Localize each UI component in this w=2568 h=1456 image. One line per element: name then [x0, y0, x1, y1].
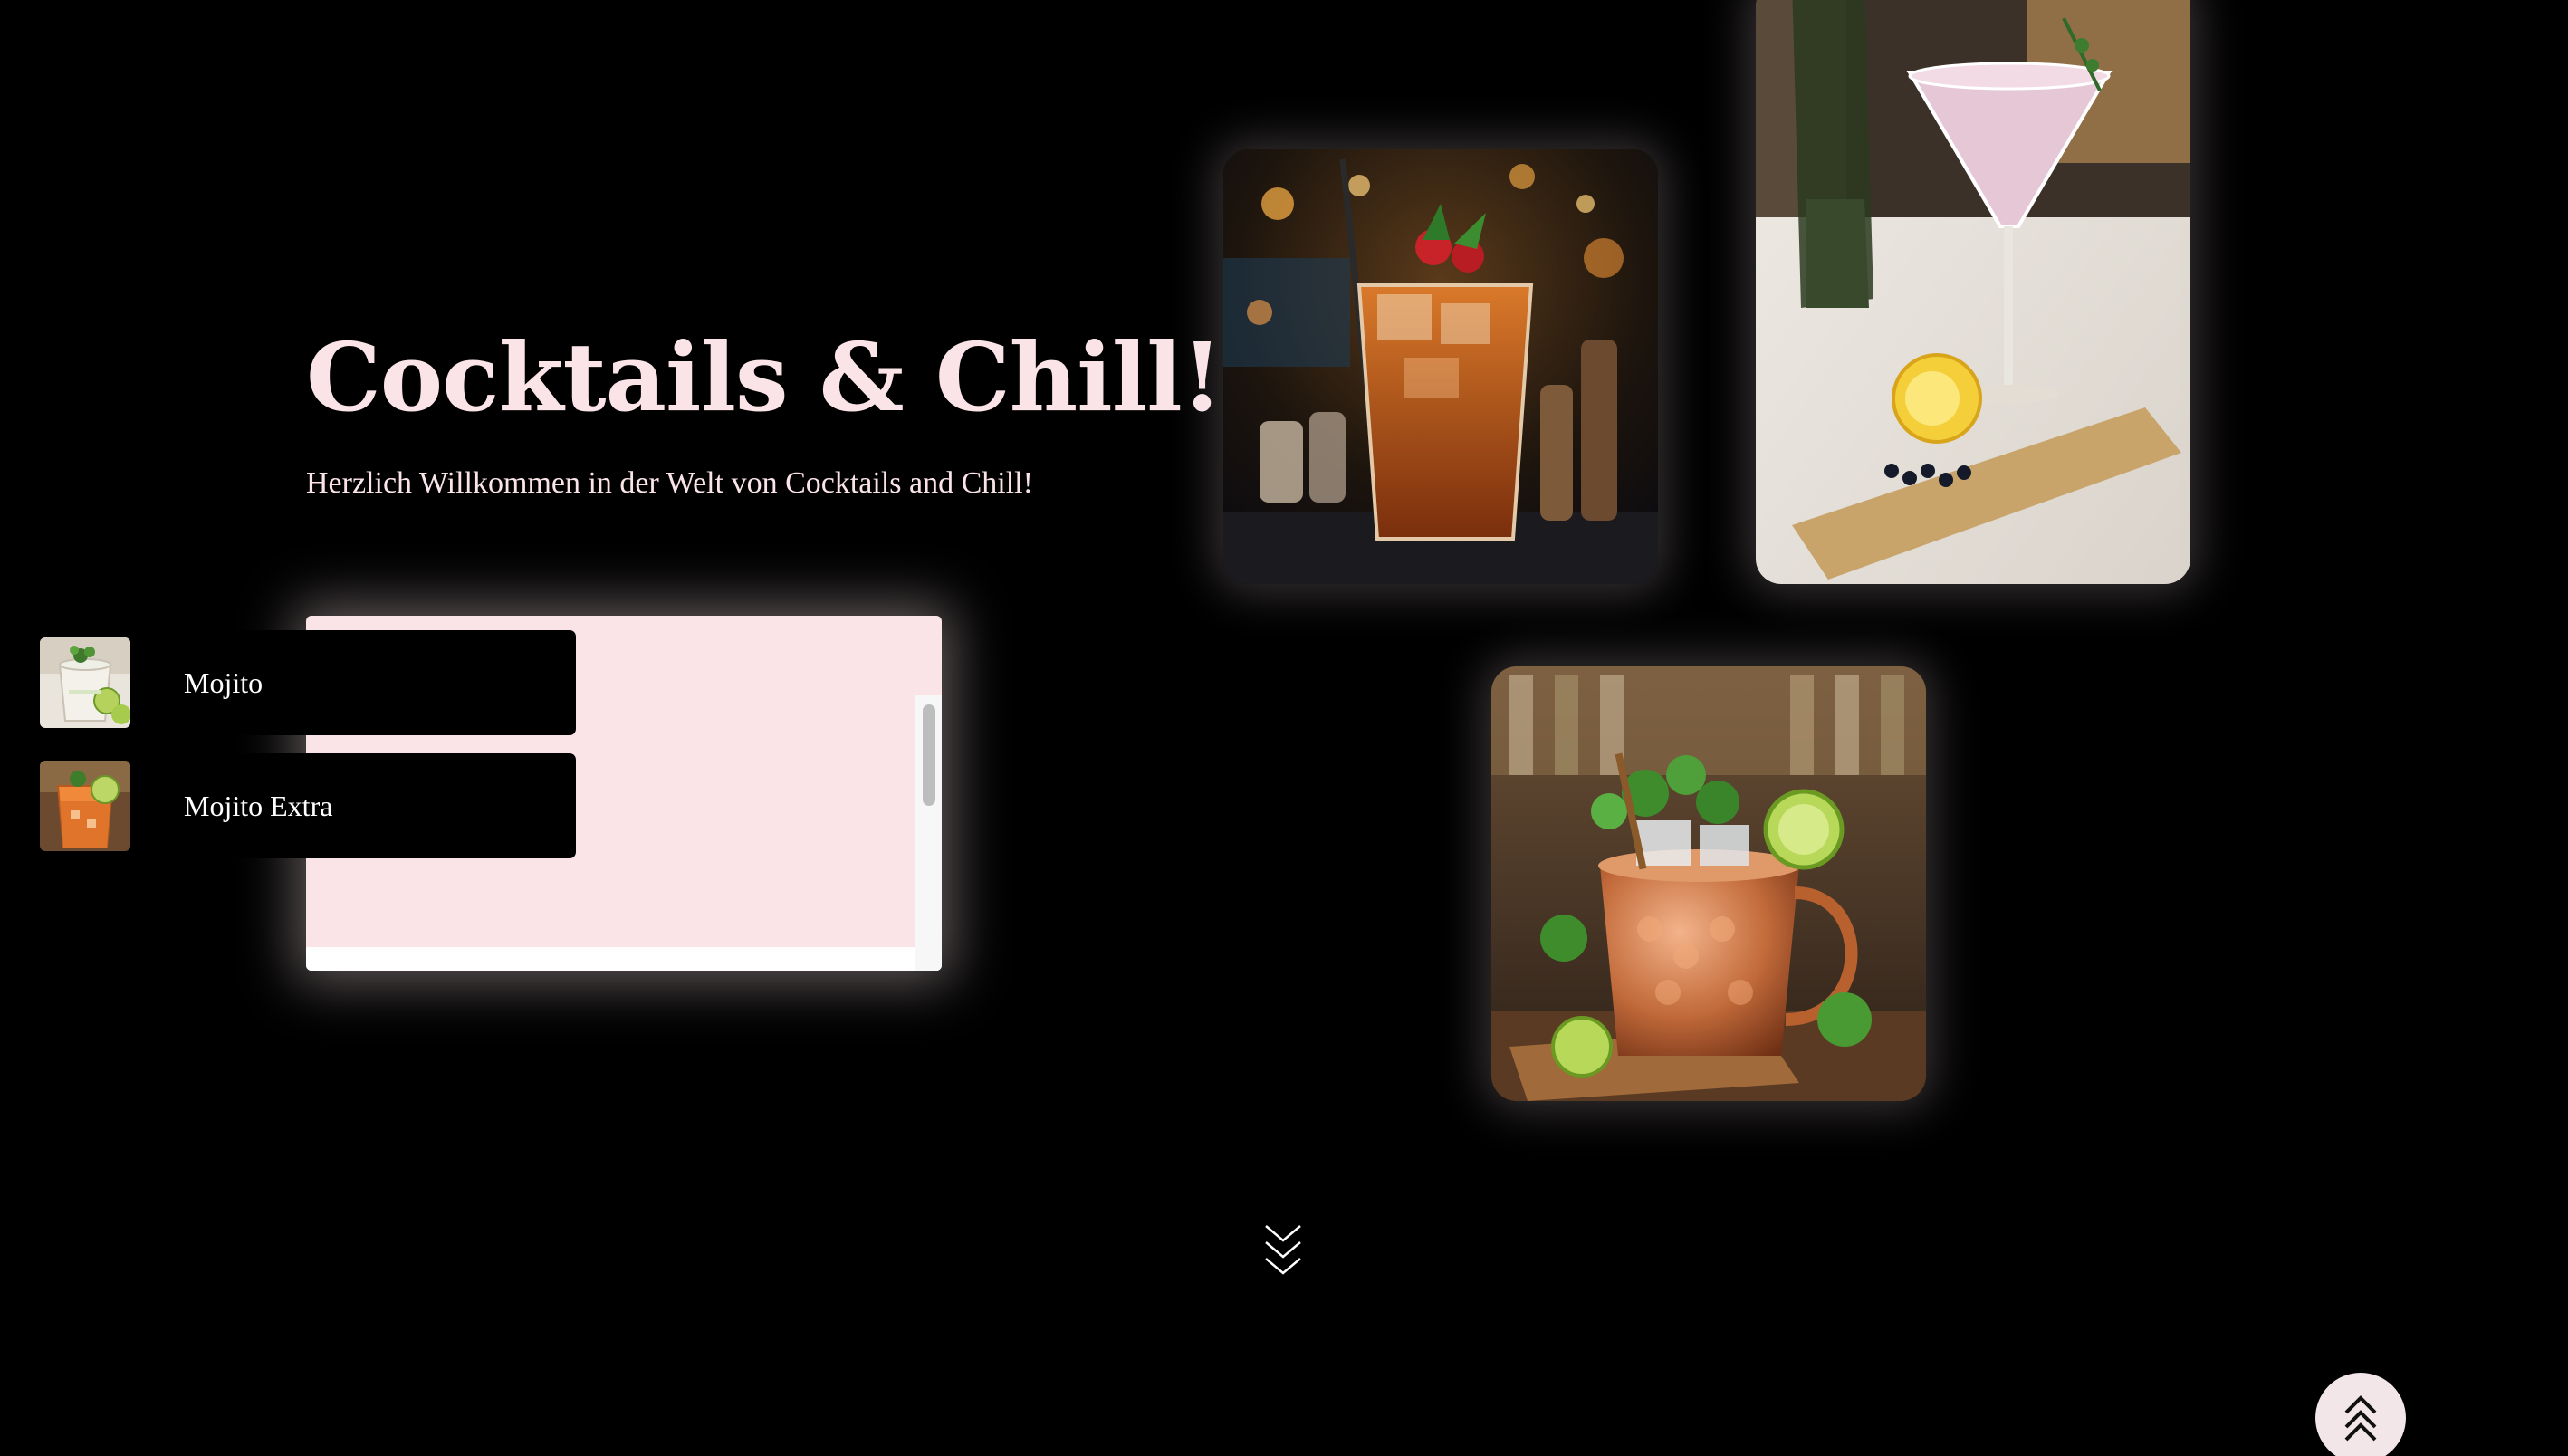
triple-chevron-down-icon — [1265, 1225, 1301, 1275]
search-results-scrollbar[interactable] — [915, 695, 942, 971]
back-to-top-button[interactable] — [2315, 1373, 2406, 1456]
iced-tea-cocktail-photo — [1223, 149, 1658, 584]
scrollbar-thumb[interactable] — [923, 704, 935, 806]
scroll-down-button[interactable] — [1262, 1222, 1304, 1279]
search-results-footer — [306, 947, 942, 971]
double-chevron-up-icon — [2344, 1395, 2377, 1442]
pink-martini-photo — [1756, 0, 2190, 584]
page-subtitle: Herzlich Willkommen in der Welt von Cock… — [306, 466, 1033, 500]
mojito-thumbnail-image — [40, 637, 130, 728]
search-result-label: Mojito — [184, 666, 264, 699]
page-title: Cocktails & Chill! — [306, 321, 1222, 433]
moscow-mule-photo — [1491, 666, 1926, 1101]
search-result-label: Mojito Extra — [184, 790, 333, 822]
search-result-mojito-extra[interactable]: Mojito Extra — [33, 753, 576, 858]
search-result-mojito[interactable]: Mojito — [33, 630, 576, 735]
mojito-extra-thumbnail-image — [40, 761, 130, 851]
